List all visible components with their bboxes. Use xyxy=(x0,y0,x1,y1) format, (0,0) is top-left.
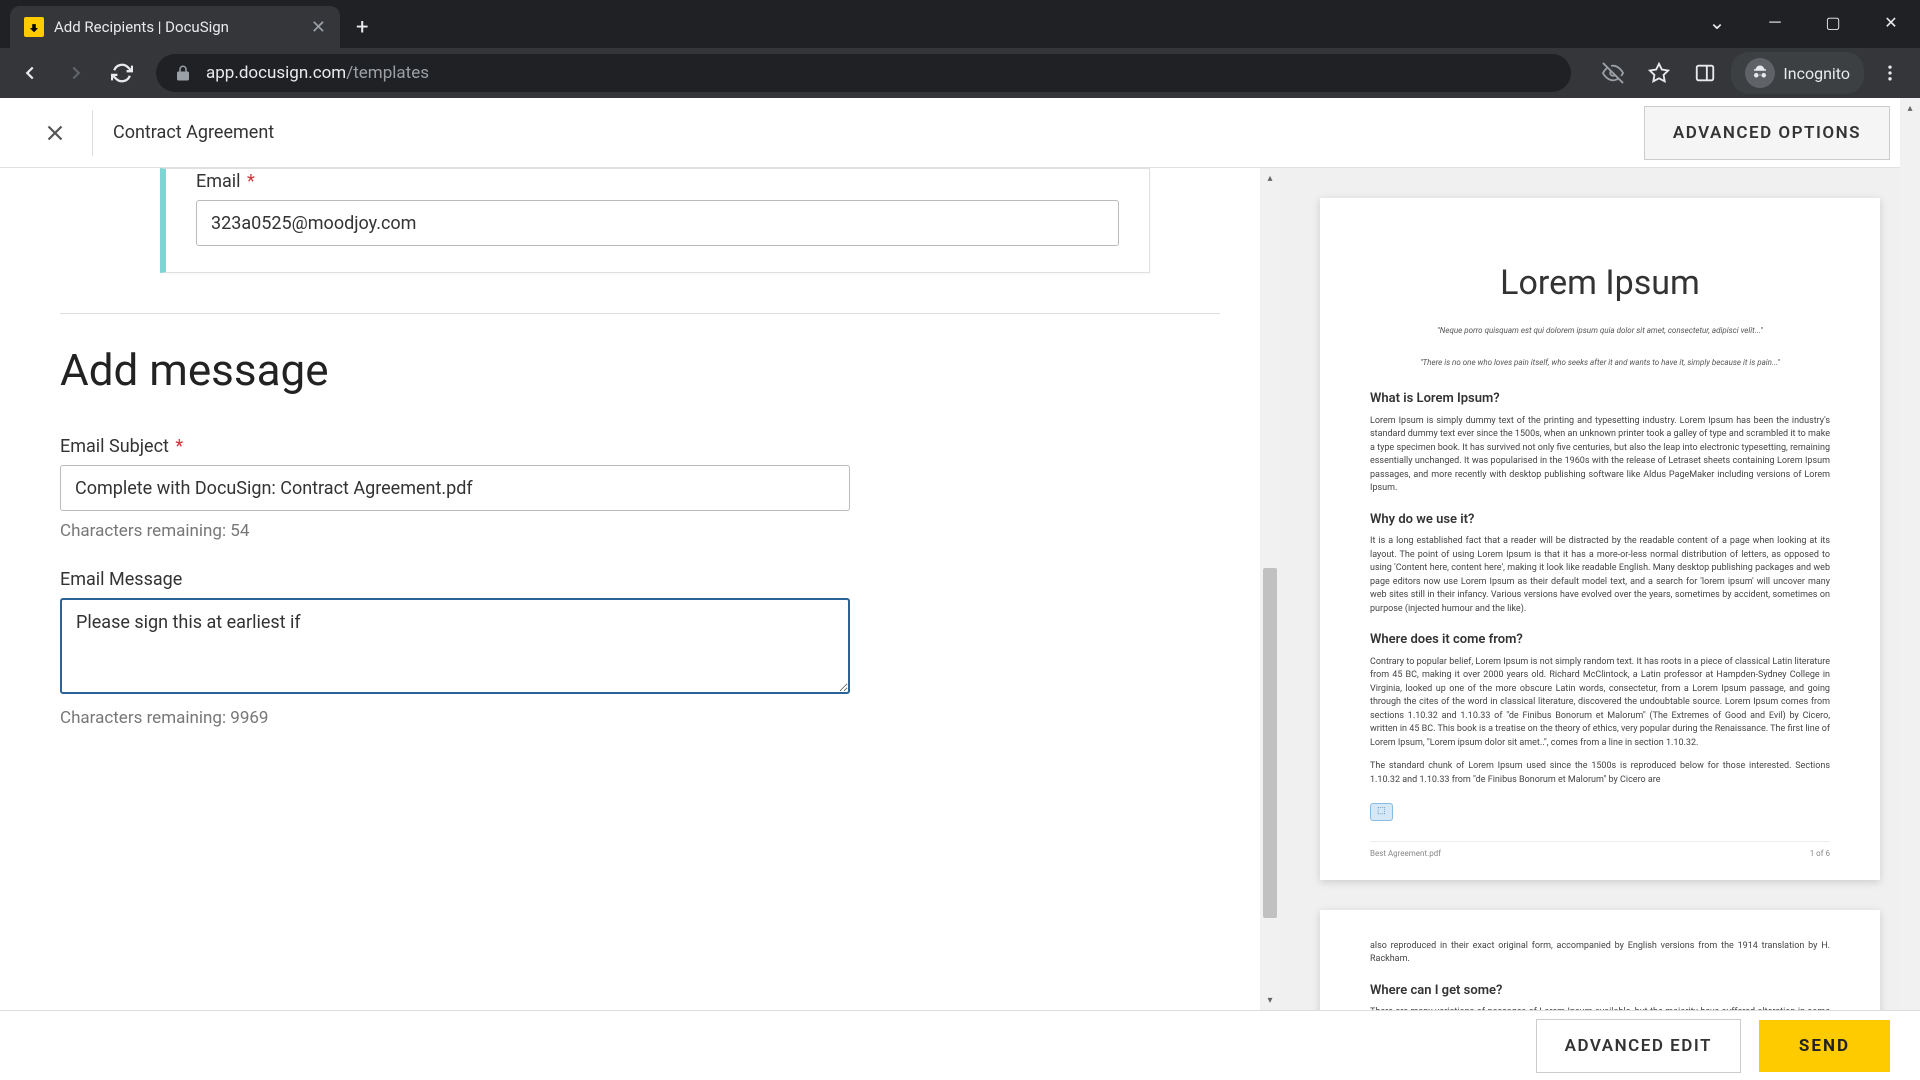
advanced-edit-button[interactable]: ADVANCED EDIT xyxy=(1536,1019,1741,1073)
browser-toolbar: app.docusign.com/templates Incognito xyxy=(0,48,1920,98)
preview-footer: Best Agreement.pdf 1 of 6 xyxy=(1370,841,1830,860)
preview-para: It is a long established fact that a rea… xyxy=(1370,535,1830,616)
advanced-options-button[interactable]: ADVANCED OPTIONS xyxy=(1644,106,1890,160)
scroll-down-arrow-icon[interactable]: ▾ xyxy=(1260,990,1280,1010)
lock-icon xyxy=(174,64,192,82)
window-controls: ⌄ ─ ▢ ✕ xyxy=(1688,0,1920,48)
page-scrollbar[interactable]: ▴ ▾ xyxy=(1900,98,1920,1080)
scroll-up-arrow-icon[interactable]: ▴ xyxy=(1900,98,1920,118)
preview-heading-what: What is Lorem Ipsum? xyxy=(1370,389,1830,409)
send-button[interactable]: SEND xyxy=(1759,1020,1890,1072)
url-bar[interactable]: app.docusign.com/templates xyxy=(156,54,1571,92)
preview-filename: Best Agreement.pdf xyxy=(1370,848,1441,860)
preview-tagline-1: "Neque porro quisquam est qui dolorem ip… xyxy=(1370,325,1830,337)
preview-para: Lorem Ipsum is simply dummy text of the … xyxy=(1370,415,1830,496)
section-divider xyxy=(60,313,1220,314)
add-message-heading: Add message xyxy=(60,344,1220,396)
browser-tab[interactable]: Add Recipients | DocuSign ✕ xyxy=(10,6,340,48)
bottom-action-bar: ADVANCED EDIT SEND xyxy=(0,1010,1920,1080)
kebab-menu-icon[interactable] xyxy=(1870,53,1910,93)
eye-off-icon[interactable] xyxy=(1593,53,1633,93)
tabs-dropdown-icon[interactable]: ⌄ xyxy=(1688,4,1746,40)
scroll-thumb[interactable] xyxy=(1263,568,1277,918)
document-title: Contract Agreement xyxy=(113,122,274,143)
side-panel-icon[interactable] xyxy=(1685,53,1725,93)
document-preview-page-1: Lorem Ipsum "Neque porro quisquam est qu… xyxy=(1320,198,1880,880)
back-button[interactable] xyxy=(10,53,50,93)
tab-close-icon[interactable]: ✕ xyxy=(311,17,326,38)
forward-button[interactable] xyxy=(56,53,96,93)
preview-heading-where: Where does it come from? xyxy=(1370,630,1830,650)
close-envelope-button[interactable] xyxy=(30,108,80,158)
tab-title: Add Recipients | DocuSign xyxy=(54,18,301,36)
preview-badge-icon: ⬚ xyxy=(1370,803,1393,821)
reload-button[interactable] xyxy=(102,53,142,93)
subject-char-counter: Characters remaining: 54 xyxy=(60,521,850,541)
header-divider xyxy=(92,110,93,156)
document-preview-page-2: also reproduced in their exact original … xyxy=(1320,910,1880,1011)
email-field-label: Email * xyxy=(196,171,1119,192)
close-window-button[interactable]: ✕ xyxy=(1862,4,1920,40)
form-panel: Email * Add message Email Subject * Char… xyxy=(0,168,1280,1010)
new-tab-button[interactable]: + xyxy=(340,15,384,48)
incognito-badge[interactable]: Incognito xyxy=(1731,52,1864,94)
message-char-counter: Characters remaining: 9969 xyxy=(60,708,850,728)
incognito-icon xyxy=(1745,58,1775,88)
document-preview-panel: Lorem Ipsum "Neque porro quisquam est qu… xyxy=(1280,168,1920,1010)
email-subject-input[interactable] xyxy=(60,465,850,511)
preview-title: Lorem Ipsum xyxy=(1370,258,1830,309)
docusign-favicon xyxy=(24,17,44,37)
url-text: app.docusign.com/templates xyxy=(206,63,429,83)
maximize-button[interactable]: ▢ xyxy=(1804,4,1862,40)
preview-para: also reproduced in their exact original … xyxy=(1370,940,1830,967)
preview-heading-why: Why do we use it? xyxy=(1370,510,1830,530)
subject-field-label: Email Subject * xyxy=(60,436,850,457)
incognito-label: Incognito xyxy=(1783,64,1850,83)
preview-para: Contrary to popular belief, Lorem Ipsum … xyxy=(1370,656,1830,751)
scroll-up-arrow-icon[interactable]: ▴ xyxy=(1260,168,1280,188)
app-header: Contract Agreement ADVANCED OPTIONS xyxy=(0,98,1920,168)
browser-tab-strip: Add Recipients | DocuSign ✕ + ⌄ ─ ▢ ✕ xyxy=(0,0,1920,48)
preview-heading-get: Where can I get some? xyxy=(1370,981,1830,1001)
bookmark-star-icon[interactable] xyxy=(1639,53,1679,93)
preview-tagline-2: "There is no one who loves pain itself, … xyxy=(1370,357,1830,369)
left-scrollbar[interactable]: ▴ ▾ xyxy=(1260,168,1280,1010)
preview-para: The standard chunk of Lorem Ipsum used s… xyxy=(1370,760,1830,787)
recipient-email-input[interactable] xyxy=(196,200,1119,246)
preview-page-indicator: 1 of 6 xyxy=(1810,848,1830,860)
minimize-button[interactable]: ─ xyxy=(1746,4,1804,40)
recipient-card: Email * xyxy=(160,168,1150,273)
message-field-label: Email Message xyxy=(60,569,850,590)
email-message-textarea[interactable] xyxy=(60,598,850,694)
